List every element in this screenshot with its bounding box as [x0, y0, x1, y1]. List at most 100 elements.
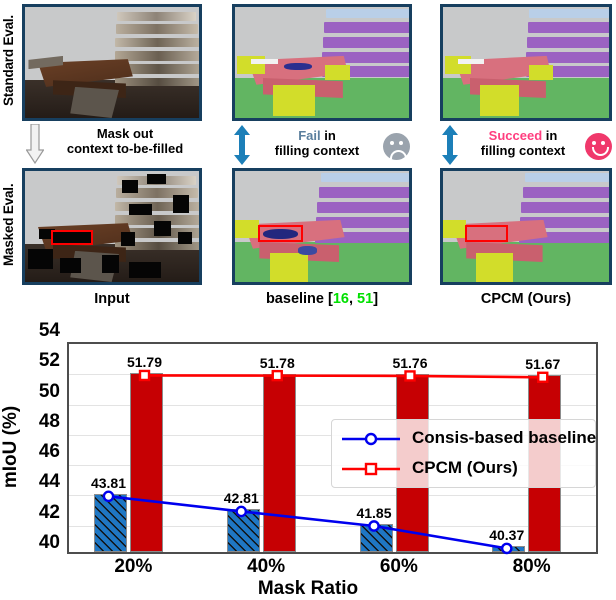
succeed-compare-arrow-icon: [442, 125, 458, 165]
marker-baseline: [500, 542, 513, 555]
chair-yellow-right: [529, 64, 553, 81]
succeed-rest: in: [542, 128, 558, 143]
y-tick-label: 44: [38, 471, 60, 493]
mask-patch: [120, 232, 135, 247]
succeed-word: Succeed: [488, 128, 543, 143]
chair-yellow-left: [235, 219, 260, 238]
scene-seg-baseline-masked: [235, 171, 409, 282]
y-tick-label: 50: [38, 380, 60, 402]
y-tick-label: 46: [38, 441, 60, 463]
caption-baseline-prefix: baseline [: [265, 291, 333, 307]
marker-cpcm: [404, 370, 416, 382]
x-tick-label: 80%: [512, 556, 551, 577]
chart-legend: Consis-based baseline CPCM (Ours): [331, 419, 596, 488]
chair-yellow-left: [443, 219, 467, 238]
legend-label-cpcm: CPCM (Ours): [412, 458, 518, 477]
scene-seg-cpcm-masked: [443, 171, 609, 282]
white-object: [457, 59, 485, 64]
row-label-masked-eval: Masked Eval.: [1, 183, 16, 267]
panel-masked-baseline: [232, 168, 412, 285]
y-tick-label: 40: [38, 532, 60, 553]
mask-patch: [178, 232, 193, 245]
legend-marker-square-icon: [342, 462, 400, 476]
panel-standard-cpcm: [440, 4, 612, 121]
misclassified-blob: [283, 62, 312, 71]
panel-masked-cpcm: [440, 168, 612, 285]
caption-baseline-ref2: 51: [357, 291, 374, 307]
y-tick-label: 48: [38, 410, 60, 432]
chair-yellow-front: [476, 253, 513, 282]
mask-patch: [172, 195, 189, 214]
mask-patch: [146, 174, 166, 185]
fail-rest: in: [320, 128, 336, 143]
succeed-line2: filling context: [480, 143, 566, 159]
value-label-baseline: 42.81: [223, 490, 259, 507]
legend-marker-circle-icon: [342, 432, 400, 446]
scene-rgb-room: [25, 7, 199, 118]
mask-patch: [28, 248, 53, 269]
value-label-cpcm: 51.76: [392, 354, 428, 371]
line-baseline: [108, 495, 507, 550]
chair-yellow-front: [269, 253, 309, 282]
value-label-cpcm: 51.78: [259, 354, 295, 371]
value-label-cpcm: 51.79: [126, 354, 163, 371]
marker-cpcm: [537, 371, 549, 383]
mask-patch: [129, 262, 161, 278]
scene-seg-cpcm-standard: [443, 7, 609, 118]
value-label-baseline: 40.37: [489, 527, 525, 544]
mask-patch: [129, 204, 152, 216]
x-tick-label: 20%: [114, 556, 153, 577]
marker-baseline: [235, 505, 248, 518]
teaser-figure: Standard Eval. Masked Eval. Mask out con…: [0, 0, 616, 316]
scene-seg-baseline-standard: [235, 7, 409, 118]
scene-rgb-room-masked: [25, 171, 199, 282]
succeed-caption: Succeed in filling context: [458, 128, 588, 159]
marker-baseline: [102, 490, 115, 503]
bookshelf: [115, 9, 199, 98]
white-object: [250, 59, 279, 64]
row-label-standard-eval: Standard Eval.: [1, 15, 16, 107]
mask-patch: [122, 179, 139, 194]
legend-label-baseline: Consis-based baseline: [412, 428, 597, 447]
misclassified-blob: [297, 246, 317, 256]
panel-standard-baseline: [232, 4, 412, 121]
highlight-box: [464, 225, 508, 243]
highlight-box: [257, 225, 303, 243]
x-tick-label: 40%: [247, 556, 286, 577]
fail-caption: Fail in filling context: [252, 128, 382, 159]
value-label-baseline: 41.85: [356, 504, 392, 521]
fail-compare-arrow-icon: [234, 125, 250, 165]
marker-cpcm: [138, 369, 151, 382]
happy-face-icon: [585, 133, 612, 160]
fail-word: Fail: [298, 128, 321, 143]
value-label-baseline: 43.81: [90, 475, 127, 492]
caption-baseline-ref1: 16: [332, 291, 349, 307]
mask-patch: [59, 257, 81, 274]
chair-yellow-right: [325, 64, 350, 81]
value-label-cpcm: 51.67: [525, 356, 561, 373]
marker-baseline: [368, 520, 380, 532]
mask-out-arrow-icon: [26, 124, 44, 164]
line-cpcm: [144, 374, 543, 379]
caption-cpcm: CPCM (Ours): [480, 291, 572, 307]
panel-standard-input: [22, 4, 202, 121]
chair-yellow-front: [273, 84, 316, 116]
caption-baseline-suffix: ]: [373, 291, 379, 307]
y-tick-label: 42: [38, 501, 60, 523]
mask-patch: [153, 220, 172, 237]
marker-cpcm: [271, 369, 283, 382]
mask-out-caption-line2: context to-be-filled: [66, 141, 184, 157]
chair-yellow-front: [479, 84, 520, 116]
caption-input: Input: [94, 291, 130, 307]
x-tick-label: 60%: [379, 556, 418, 577]
x-axis-label: Mask Ratio: [257, 578, 359, 599]
panel-masked-input: [22, 168, 202, 285]
fail-line2: filling context: [274, 143, 360, 159]
mask-out-caption: Mask out context to-be-filled: [50, 126, 200, 157]
y-tick-label: 52: [38, 350, 60, 372]
chair-front: [70, 86, 119, 118]
mask-patch: [101, 255, 119, 274]
mask-out-caption-line1: Mask out: [96, 126, 154, 141]
sad-face-icon: [383, 133, 410, 160]
caption-baseline-sep: ,: [348, 291, 358, 307]
